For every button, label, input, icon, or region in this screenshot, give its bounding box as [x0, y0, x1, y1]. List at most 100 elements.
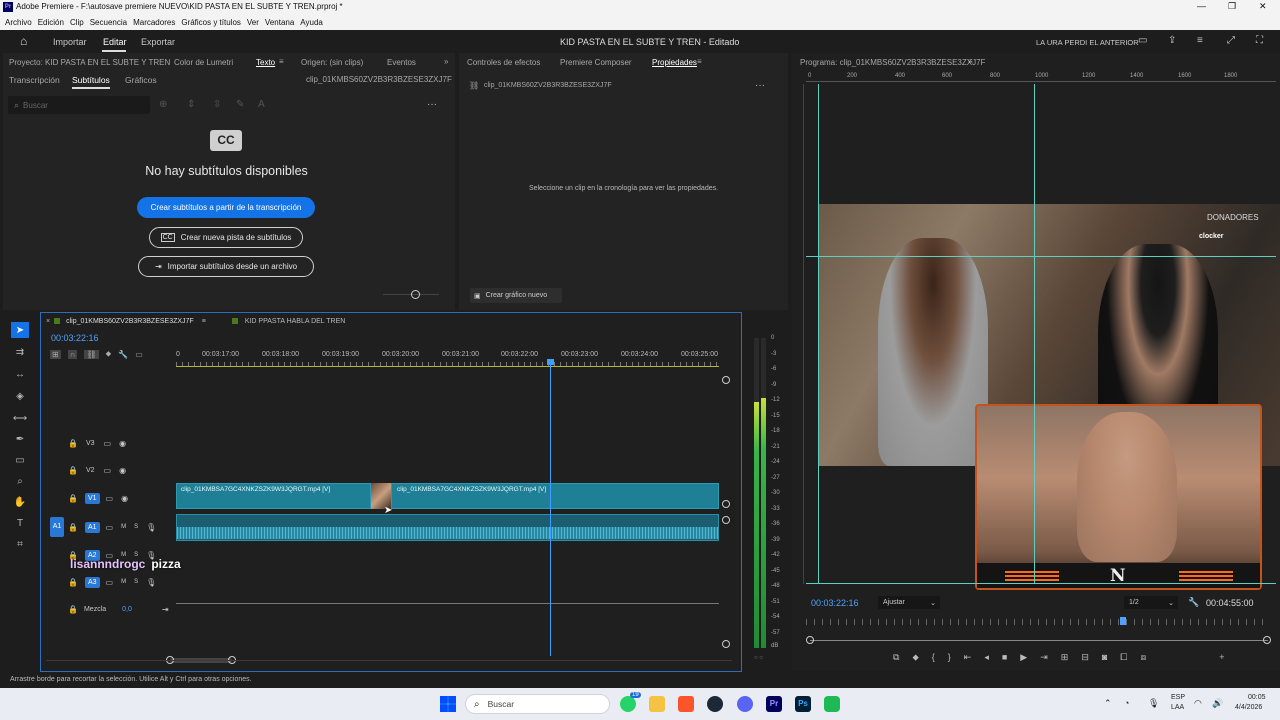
subtab-subtitulos[interactable]: Subtítulos [72, 75, 110, 85]
timeline-vscroll-handle[interactable] [722, 500, 730, 508]
ripple-edit-icon[interactable]: ↔ [11, 366, 29, 382]
premiere-taskbar-icon[interactable]: Pr [766, 696, 782, 712]
subtab-graficos[interactable]: Gráficos [125, 75, 157, 85]
track-label-a1[interactable]: A1 [84, 521, 100, 533]
tray-wifi-icon[interactable]: ◠ [1194, 698, 1202, 709]
linked-selection-icon[interactable]: ⛓ [84, 349, 99, 359]
lock-icon[interactable]: 🔒 [68, 605, 78, 614]
tab-texto-menu-icon[interactable]: ≡ [279, 57, 284, 66]
mark-out-icon[interactable]: } [948, 652, 951, 662]
windows-start-icon[interactable] [440, 696, 456, 712]
stop-icon[interactable]: ■ [1002, 652, 1007, 662]
timeline-hscroll-track[interactable] [46, 660, 732, 661]
steam-icon[interactable] [707, 696, 723, 712]
menu-ver[interactable]: Ver [247, 18, 259, 27]
tab-eventos[interactable]: Eventos [387, 58, 416, 67]
timeline-vscroll-handle[interactable] [722, 376, 730, 384]
track-label-a3[interactable]: A3 [84, 576, 100, 588]
timeline-vscroll-handle[interactable] [722, 640, 730, 648]
program-playhead-marker[interactable] [1120, 617, 1126, 625]
zoom-slider-handle[interactable] [411, 290, 420, 299]
play-icon[interactable]: ▶ [1020, 652, 1027, 663]
taskbar-search[interactable]: ⌕ Buscar [465, 694, 610, 714]
menu-edicion[interactable]: Edición [38, 18, 64, 27]
tab-exportar[interactable]: Exportar [141, 37, 175, 47]
app-taskbar-icon[interactable] [824, 696, 840, 712]
tab-texto[interactable]: Texto [256, 58, 275, 67]
lock-icon[interactable]: 🔒 [68, 523, 78, 532]
audio-clip[interactable] [176, 514, 719, 541]
program-timecode[interactable]: 00:03:22:16 [811, 598, 859, 608]
sync-icon[interactable]: ▭ [106, 523, 114, 532]
tray-volume-icon[interactable]: 🔊 [1212, 698, 1223, 709]
zoom-icon[interactable]: ⌕ [11, 473, 29, 489]
lock-icon[interactable]: 🔒 [68, 466, 78, 475]
mark-in-icon[interactable]: { [932, 652, 935, 662]
tab-proyecto[interactable]: Proyecto: KID PASTA EN EL SUBTE Y TREN [9, 58, 170, 67]
timeline-playhead[interactable] [550, 362, 551, 656]
menu-archivo[interactable]: Archivo [5, 18, 32, 27]
caption-tool-icon[interactable]: ⌗ [11, 536, 29, 552]
translate-icon[interactable]: A [258, 99, 265, 110]
meter-solo-icons[interactable]: ○ ○ [754, 655, 763, 661]
nest-icon[interactable]: ⊞ [50, 349, 61, 359]
tab-origen[interactable]: Origen: (sin clips) [301, 58, 363, 67]
split-icon[interactable]: ⇕ [187, 99, 195, 110]
resize-icon[interactable]: ⤢ [1227, 35, 1235, 46]
timeline-tab-menu-icon[interactable]: ≡ [202, 318, 206, 325]
home-icon[interactable]: ⌂ [20, 34, 27, 48]
workspace-label[interactable]: LA URA PERDI EL ANTERIOR [1036, 38, 1139, 47]
lock-icon[interactable]: 🔒 [68, 578, 78, 587]
add-marker-icon[interactable]: ⬥ [106, 349, 112, 359]
camera-icon[interactable]: ◙ [1102, 652, 1107, 662]
tab-editar[interactable]: Editar [103, 37, 127, 47]
caption-display-icon[interactable]: ▭ [135, 350, 143, 359]
create-from-transcript-button[interactable]: Crear subtítulos a partir de la transcri… [137, 197, 315, 218]
resolution-select[interactable]: 1/2 ⌄ [1124, 596, 1178, 609]
tab-propiedades[interactable]: Propiedades [652, 58, 697, 67]
mic-icon[interactable]: 🎙 [146, 578, 156, 587]
sync-icon[interactable]: ▭ [106, 578, 114, 587]
tab-lumetri[interactable]: Color de Lumetri [174, 58, 233, 67]
snap-icon[interactable]: ∩ [67, 349, 78, 359]
tab-premiere-composer[interactable]: Premiere Composer [560, 58, 632, 67]
new-graphic-button[interactable]: ▣ Crear gráfico nuevo [470, 288, 562, 303]
program-menu-icon[interactable]: ≡ [968, 57, 973, 66]
mute-button[interactable]: M [121, 579, 126, 585]
video-clip[interactable]: clip_01KMBSA7GC4XNKZSZK9W3JQRGT.mp4 [V] [176, 483, 371, 509]
type-icon[interactable]: T [11, 515, 29, 531]
tray-chevron-icon[interactable]: ⌃ [1104, 698, 1112, 709]
menu-ventana[interactable]: Ventana [265, 18, 294, 27]
export-frame-icon[interactable]: ⧉ [893, 652, 899, 663]
program-scroll-right[interactable] [1263, 636, 1271, 644]
edit-icon[interactable]: ✎ [236, 99, 244, 110]
pen-icon[interactable]: ✒ [11, 431, 29, 447]
lock-icon[interactable]: 🔒 [68, 439, 78, 448]
slip-icon[interactable]: ⟷ [11, 410, 29, 426]
timeline-tab-sequence[interactable]: clip_01KMBS60ZV2B3R3BZESE3ZXJ7F [66, 318, 194, 325]
expand-icon[interactable]: ⛶ [1256, 35, 1263, 46]
panel-icon[interactable]: ▭ [1138, 35, 1147, 46]
step-back-icon[interactable]: ◂ [984, 652, 989, 663]
playhead-cti[interactable] [547, 359, 554, 365]
close-button[interactable]: ✕ [1259, 1, 1267, 12]
menu-graficos[interactable]: Gráficos y títulos [181, 18, 241, 27]
new-caption-track-button[interactable]: CC Crear nueva pista de subtítulos [149, 227, 303, 248]
file-explorer-icon[interactable] [649, 696, 665, 712]
multicam-icon[interactable]: ⧈ [1141, 652, 1147, 663]
selection-tool-icon[interactable]: ➤ [11, 322, 29, 338]
tab-propiedades-menu-icon[interactable]: ≡ [697, 57, 702, 66]
program-scroll-left[interactable] [806, 636, 814, 644]
maximize-button[interactable]: ❐ [1228, 1, 1236, 12]
more-tabs-icon[interactable]: » [444, 57, 448, 66]
tab-close-icon[interactable]: × [46, 318, 50, 325]
whatsapp-icon[interactable] [620, 696, 636, 712]
tray-network-icon[interactable]: ◔ [1124, 698, 1129, 708]
go-to-out-icon[interactable]: ⇥ [1040, 652, 1048, 663]
taskbar-lang[interactable]: ESP [1171, 694, 1185, 701]
razor-icon[interactable]: ◈ [11, 388, 29, 404]
eye-icon[interactable]: ◉ [119, 466, 126, 475]
menu-marcadores[interactable]: Marcadores [133, 18, 175, 27]
subtab-transcripcion[interactable]: Transcripción [9, 75, 60, 85]
hand-icon[interactable]: ✋ [11, 494, 29, 510]
